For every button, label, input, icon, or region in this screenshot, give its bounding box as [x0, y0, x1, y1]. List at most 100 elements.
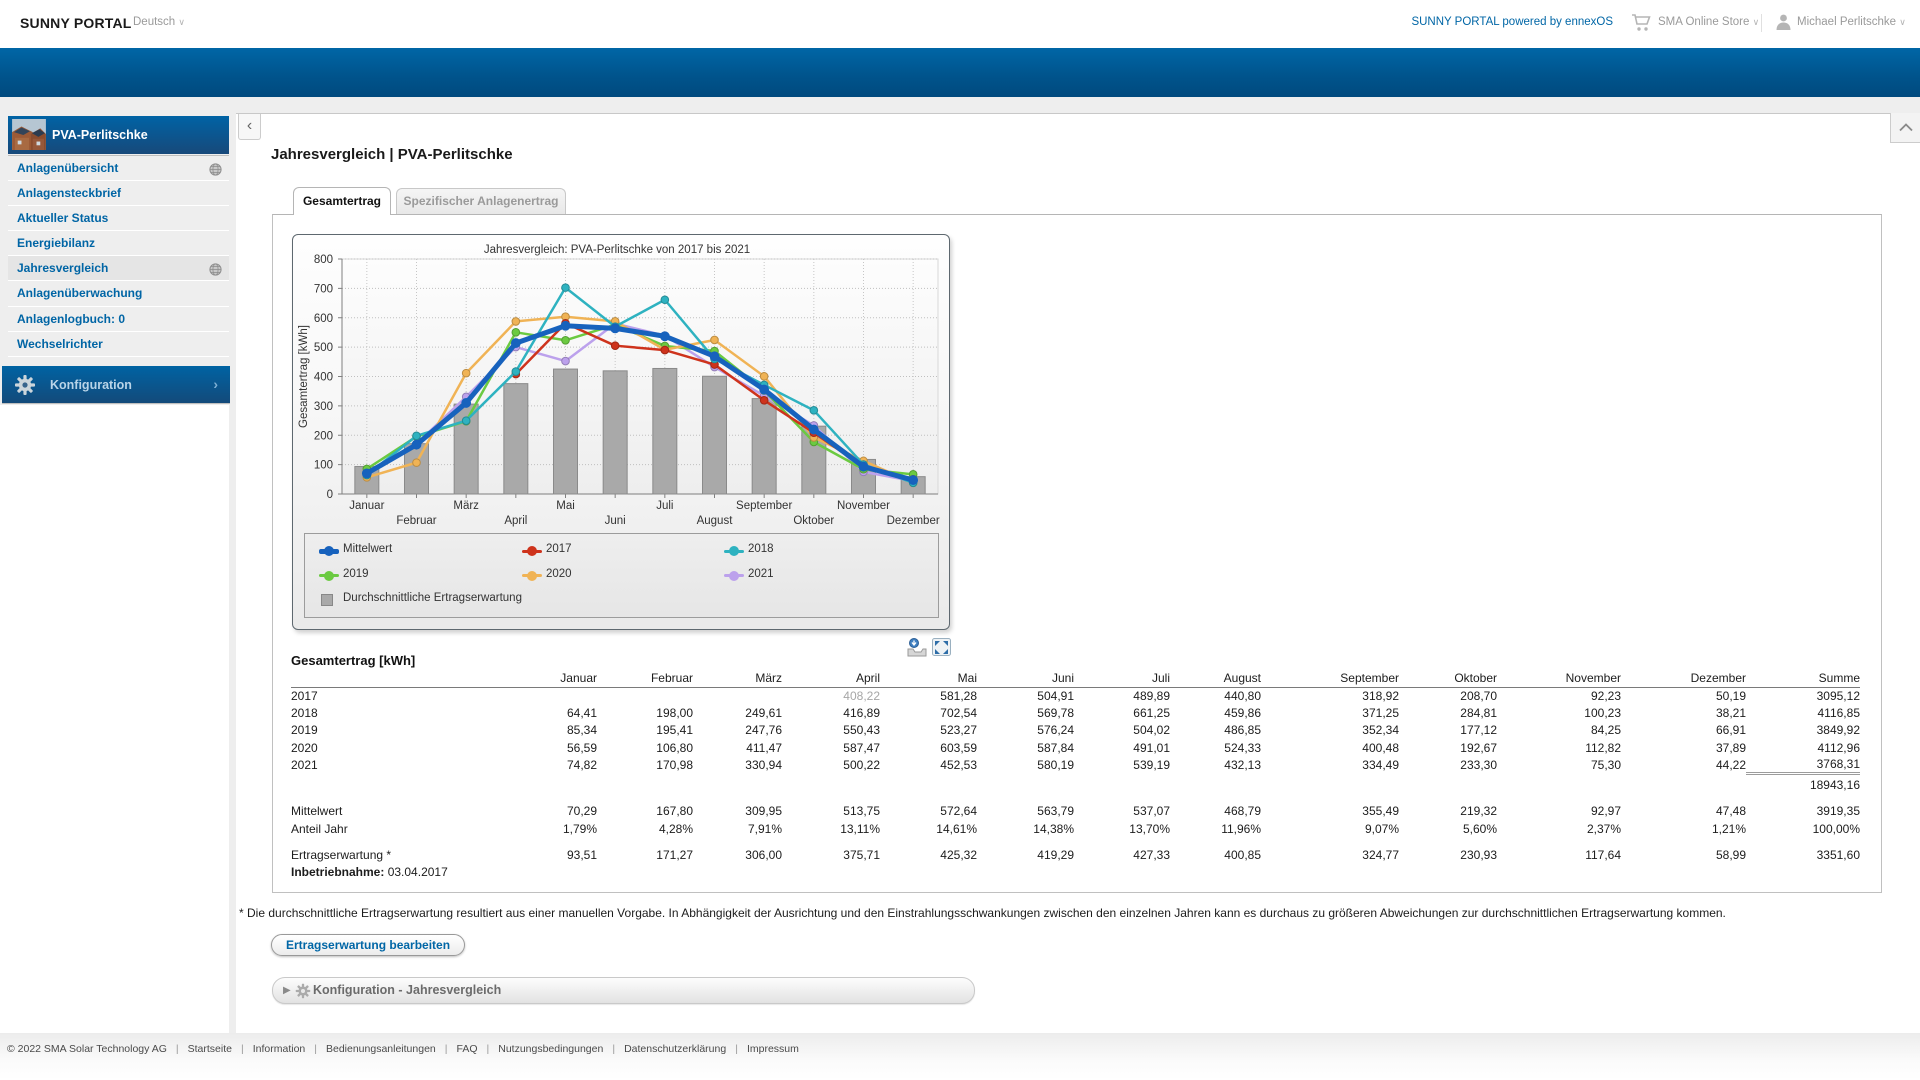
cell: [520, 687, 597, 704]
cart-icon[interactable]: [1631, 13, 1653, 38]
cell: 92,23: [1497, 687, 1621, 704]
sidebar-item-label: Anlagenübersicht: [17, 156, 118, 181]
store-label: SMA Online Store: [1658, 16, 1749, 28]
sunny-portal-logo[interactable]: SUNNY PORTAL: [20, 15, 132, 31]
commissioning-date: 03.04.2017: [388, 865, 448, 879]
tab-spezifischer-anlagenertrag[interactable]: Spezifischer Anlagenertrag: [396, 188, 566, 214]
footer-separator: |: [612, 1043, 615, 1055]
fullscreen-chart-icon[interactable]: [932, 638, 952, 657]
cell: 486,85: [1170, 722, 1261, 739]
footer-link-datenschutzerkl-rung[interactable]: Datenschutzerklärung: [624, 1043, 726, 1055]
sidebar-item-anlagenlogbuch-0[interactable]: Anlagenlogbuch: 0: [8, 307, 229, 332]
cell: 330,94: [693, 756, 782, 773]
y-tick-label: 100: [314, 460, 333, 472]
cell: 572,64: [880, 803, 977, 820]
sidebar-item-anlagen-berwachung[interactable]: Anlagenüberwachung: [8, 281, 229, 306]
sidebar-item-jahresvergleich[interactable]: Jahresvergleich: [8, 256, 229, 281]
cell: 100,23: [1497, 704, 1621, 721]
edit-ertragserwartung-button[interactable]: Ertragserwartung bearbeiten: [271, 934, 465, 956]
chevron-right-icon: ›: [213, 366, 218, 402]
column-header: Summe: [1746, 669, 1860, 687]
row-label: 2021: [291, 756, 520, 773]
x-tick-label: März: [453, 500, 479, 512]
marker-2017: [611, 342, 619, 350]
marker-2017: [661, 346, 669, 354]
x-tick-label: Juni: [605, 515, 626, 527]
language-selector[interactable]: Deutsch ∨: [133, 16, 185, 28]
cell: 47,48: [1621, 803, 1746, 820]
cell: 334,49: [1261, 756, 1399, 773]
cell: 400,85: [1170, 846, 1261, 863]
cell: 324,77: [1261, 846, 1399, 863]
page-background-gutter: [229, 97, 236, 1033]
marker-2018: [810, 407, 818, 415]
cell: 92,97: [1497, 803, 1621, 820]
powered-by-link[interactable]: SUNNY PORTAL powered by ennexOS: [1411, 16, 1613, 28]
sidebar-plant-header[interactable]: PVA-Perlitschke: [8, 116, 229, 154]
cell: 550,43: [782, 722, 880, 739]
cell: 1,21%: [1621, 820, 1746, 837]
export-chart-icon[interactable]: [906, 637, 928, 657]
cell: 352,34: [1261, 722, 1399, 739]
column-header: März: [693, 669, 782, 687]
cell: 4112,96: [1746, 739, 1860, 756]
globe-icon: [209, 263, 222, 281]
table-row-2017: 2017408,22581,28504,91489,89440,80318,92…: [291, 687, 1860, 704]
y-tick-label: 500: [314, 342, 333, 354]
footer-link-startseite[interactable]: Startseite: [188, 1043, 232, 1055]
sidebar-item-anlagen-bersicht[interactable]: Anlagenübersicht: [8, 156, 229, 181]
footer: © 2022 SMA Solar Technology AG|Startseit…: [0, 1033, 1920, 1080]
cell: 416,89: [782, 704, 880, 721]
sidebar-item-energiebilanz[interactable]: Energiebilanz: [8, 231, 229, 256]
cell: 580,19: [977, 756, 1074, 773]
user-icon[interactable]: [1775, 13, 1792, 36]
footer-link-impressum[interactable]: Impressum: [747, 1043, 799, 1055]
row-label: 2019: [291, 722, 520, 739]
cell: 408,22: [782, 687, 880, 704]
footer-separator: |: [314, 1043, 317, 1055]
user-menu[interactable]: Michael Perlitschke ∨: [1797, 16, 1906, 28]
banner: [0, 48, 1920, 97]
sidebar-item-label: Wechselrichter: [17, 332, 103, 357]
chart-container: Jahresvergleich: PVA-Perlitschke von 201…: [292, 234, 950, 630]
page-background-top: [0, 97, 1920, 113]
cell: 432,13: [1170, 756, 1261, 773]
sidebar-item-anlagensteckbrief[interactable]: Anlagensteckbrief: [8, 181, 229, 206]
cell: 504,91: [977, 687, 1074, 704]
marker-mittelwert: [909, 476, 918, 485]
legend-bar-swatch: [321, 594, 333, 606]
cell: 106,80: [597, 739, 693, 756]
konfiguration-jahresvergleich-panel[interactable]: ▶ Konfiguration - Jahresvergleich: [272, 977, 975, 1004]
expand-arrow-icon: ▶: [283, 978, 291, 1003]
collapse-sidebar-button[interactable]: ‹: [238, 114, 261, 140]
sidebar-item-aktueller-status[interactable]: Aktueller Status: [8, 206, 229, 231]
cell: 569,78: [977, 704, 1074, 721]
tab-gesamtertrag[interactable]: Gesamtertrag: [293, 187, 391, 215]
legend-dot-swatch: [324, 571, 334, 581]
legend-label: 2019: [343, 568, 369, 580]
collapse-panel-button[interactable]: [1890, 113, 1920, 143]
x-tick-label: Februar: [396, 515, 436, 527]
marker-2019: [512, 329, 520, 337]
table-row-anteil-jahr: Anteil Jahr1,79%4,28%7,91%13,11%14,61%14…: [291, 820, 1860, 837]
cell: 117,64: [1497, 846, 1621, 863]
marker-mittelwert: [611, 324, 620, 333]
column-header: August: [1170, 669, 1261, 687]
cell: 4,28%: [597, 820, 693, 837]
footer-link-information[interactable]: Information: [253, 1043, 306, 1055]
cell: 112,82: [1497, 739, 1621, 756]
x-tick-label: Oktober: [793, 515, 834, 527]
cell: 75,30: [1497, 756, 1621, 773]
x-tick-label: Dezember: [887, 515, 940, 527]
sidebar-item-konfiguration[interactable]: Konfiguration ›: [2, 366, 230, 404]
footer-link-nutzungsbedingungen[interactable]: Nutzungsbedingungen: [498, 1043, 603, 1055]
marker-2020: [512, 318, 520, 326]
cell: 4116,85: [1746, 704, 1860, 721]
footer-link-faq[interactable]: FAQ: [456, 1043, 477, 1055]
sidebar-item-wechselrichter[interactable]: Wechselrichter: [8, 332, 229, 357]
cell: 208,70: [1399, 687, 1497, 704]
footer-link-bedienungsanleitungen[interactable]: Bedienungsanleitungen: [326, 1043, 436, 1055]
x-tick-label: August: [697, 515, 734, 527]
legend-label: Mittelwert: [343, 543, 392, 555]
sma-online-store-link[interactable]: SMA Online Store ∨: [1658, 16, 1759, 28]
